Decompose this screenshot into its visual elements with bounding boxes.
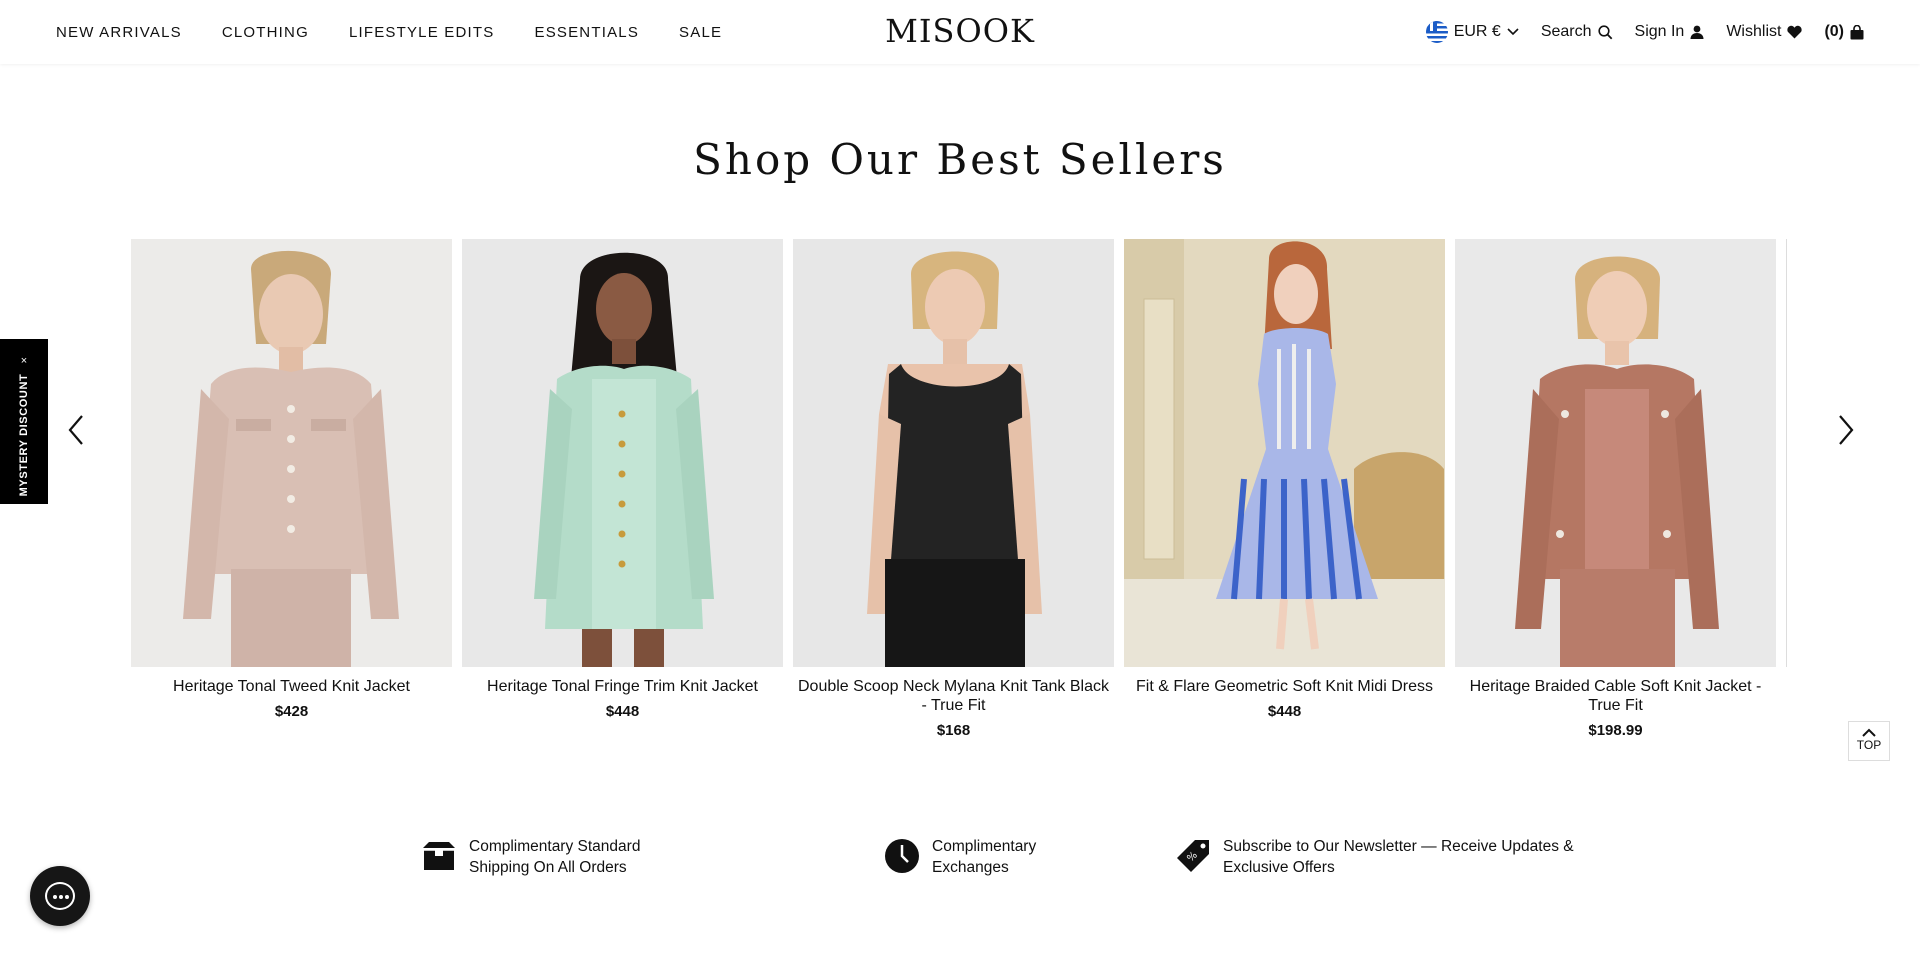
mystery-discount-tab[interactable]: × MYSTERY DISCOUNT [0,339,48,504]
product-image[interactable] [131,239,452,667]
feature-newsletter-line2: Exclusive Offers [1223,859,1335,876]
product-image[interactable] [1455,239,1776,667]
nav-lifestyle-edits[interactable]: LIFESTYLE EDITS [349,24,495,41]
product-price: $448 [1267,703,1302,720]
product-photo-cable-jacket [1455,239,1776,667]
product-name[interactable]: Heritage Braided Cable Soft Knit Jacket … [1455,677,1776,715]
heart-icon [1787,25,1803,39]
wishlist-button[interactable]: Wishlist [1726,23,1803,41]
product-image[interactable] [462,239,783,667]
product-price: $448 [605,703,640,720]
mystery-discount-label: MYSTERY DISCOUNT [18,373,30,497]
search-button[interactable]: Search [1541,23,1613,41]
wishlist-label: Wishlist [1726,23,1782,40]
product-card[interactable]: Heritage Tonal Fringe Trim Knit Jacket $… [462,239,783,720]
chat-bubble-icon [45,882,75,910]
back-to-top-label: TOP [1856,738,1882,752]
chevron-right-icon [1839,415,1854,445]
nav-new-arrivals[interactable]: NEW ARRIVALS [56,24,182,41]
features-strip: Complimentary Standard Shipping On All O… [0,836,1920,896]
brand-logo[interactable]: MISOOK [885,12,1035,50]
product-name[interactable]: Fit & Flare Geometric Soft Knit Midi Dre… [1124,677,1445,696]
product-name[interactable]: Double Scoop Neck Mylana Knit Tank Black… [793,677,1114,715]
search-icon [1597,24,1612,39]
best-sellers-carousel: Heritage Tonal Tweed Knit Jacket $428 He… [131,239,1787,749]
sign-in-button[interactable]: Sign In [1635,23,1705,41]
feature-shipping: Complimentary Standard Shipping On All O… [421,836,640,878]
product-card[interactable]: Fit & Flare Geometric Soft Knit Midi Dre… [1124,239,1445,720]
product-photo-midi-dress [1124,239,1445,667]
shopping-bag-icon [1850,24,1864,39]
carousel-prev-button[interactable] [62,410,92,450]
product-price: $168 [936,722,971,739]
feature-shipping-line1: Complimentary Standard [469,838,641,855]
section-title: Shop Our Best Sellers [693,135,1227,184]
nav-clothing[interactable]: CLOTHING [222,24,309,41]
feature-exchanges: Complimentary Exchanges [884,836,1036,878]
product-photo-fringe-jacket [462,239,783,667]
product-card[interactable]: Double Scoop Neck Mylana Knit Tank Black… [793,239,1114,739]
sign-in-label: Sign In [1634,23,1685,40]
feature-newsletter-line1: Subscribe to Our Newsletter — Receive Up… [1223,838,1574,855]
currency-label: EUR € [1453,23,1501,40]
utility-nav: EUR € Search Sign In Wishlist (0) [1425,0,1864,64]
product-name[interactable]: Heritage Tonal Fringe Trim Knit Jacket [462,677,783,696]
chat-widget-button[interactable] [30,866,90,926]
product-photo-tweed-jacket [131,239,452,667]
product-image[interactable] [1124,239,1445,667]
product-price: $428 [274,703,309,720]
clock-icon [885,839,919,873]
product-photo-black-tank [793,239,1114,667]
feature-shipping-line2: Shipping On All Orders [469,859,627,876]
back-to-top-button[interactable]: TOP [1848,721,1890,761]
search-label: Search [1540,23,1592,40]
product-name[interactable]: Heritage Tonal Tweed Knit Jacket [131,677,452,696]
carousel-next-button[interactable] [1830,410,1860,450]
nav-essentials[interactable]: ESSENTIALS [534,24,639,41]
cart-count: (0) [1824,23,1844,40]
tag-icon: % [1177,840,1209,872]
product-image[interactable] [793,239,1114,667]
chevron-down-icon [1507,28,1519,36]
chevron-left-icon [68,415,83,445]
feature-exchanges-line2: Exchanges [932,859,1009,876]
next-product-peek [1786,239,1787,667]
main-nav: NEW ARRIVALS CLOTHING LIFESTYLE EDITS ES… [56,0,722,64]
chevron-up-icon [1862,728,1876,737]
cart-button[interactable]: (0) [1824,23,1864,41]
nav-sale[interactable]: SALE [679,24,722,41]
box-icon [421,842,457,870]
product-price: $198.99 [1588,722,1643,739]
close-icon[interactable]: × [0,355,48,367]
product-card[interactable]: Heritage Tonal Tweed Knit Jacket $428 [131,239,452,720]
product-card[interactable]: Heritage Braided Cable Soft Knit Jacket … [1455,239,1776,739]
feature-exchanges-line1: Complimentary [932,838,1037,855]
feature-newsletter[interactable]: % Subscribe to Our Newsletter — Receive … [1175,836,1574,878]
greece-flag-icon [1425,21,1448,43]
site-header: NEW ARRIVALS CLOTHING LIFESTYLE EDITS ES… [0,0,1920,64]
currency-selector[interactable]: EUR € [1425,21,1519,43]
user-icon [1690,25,1704,39]
